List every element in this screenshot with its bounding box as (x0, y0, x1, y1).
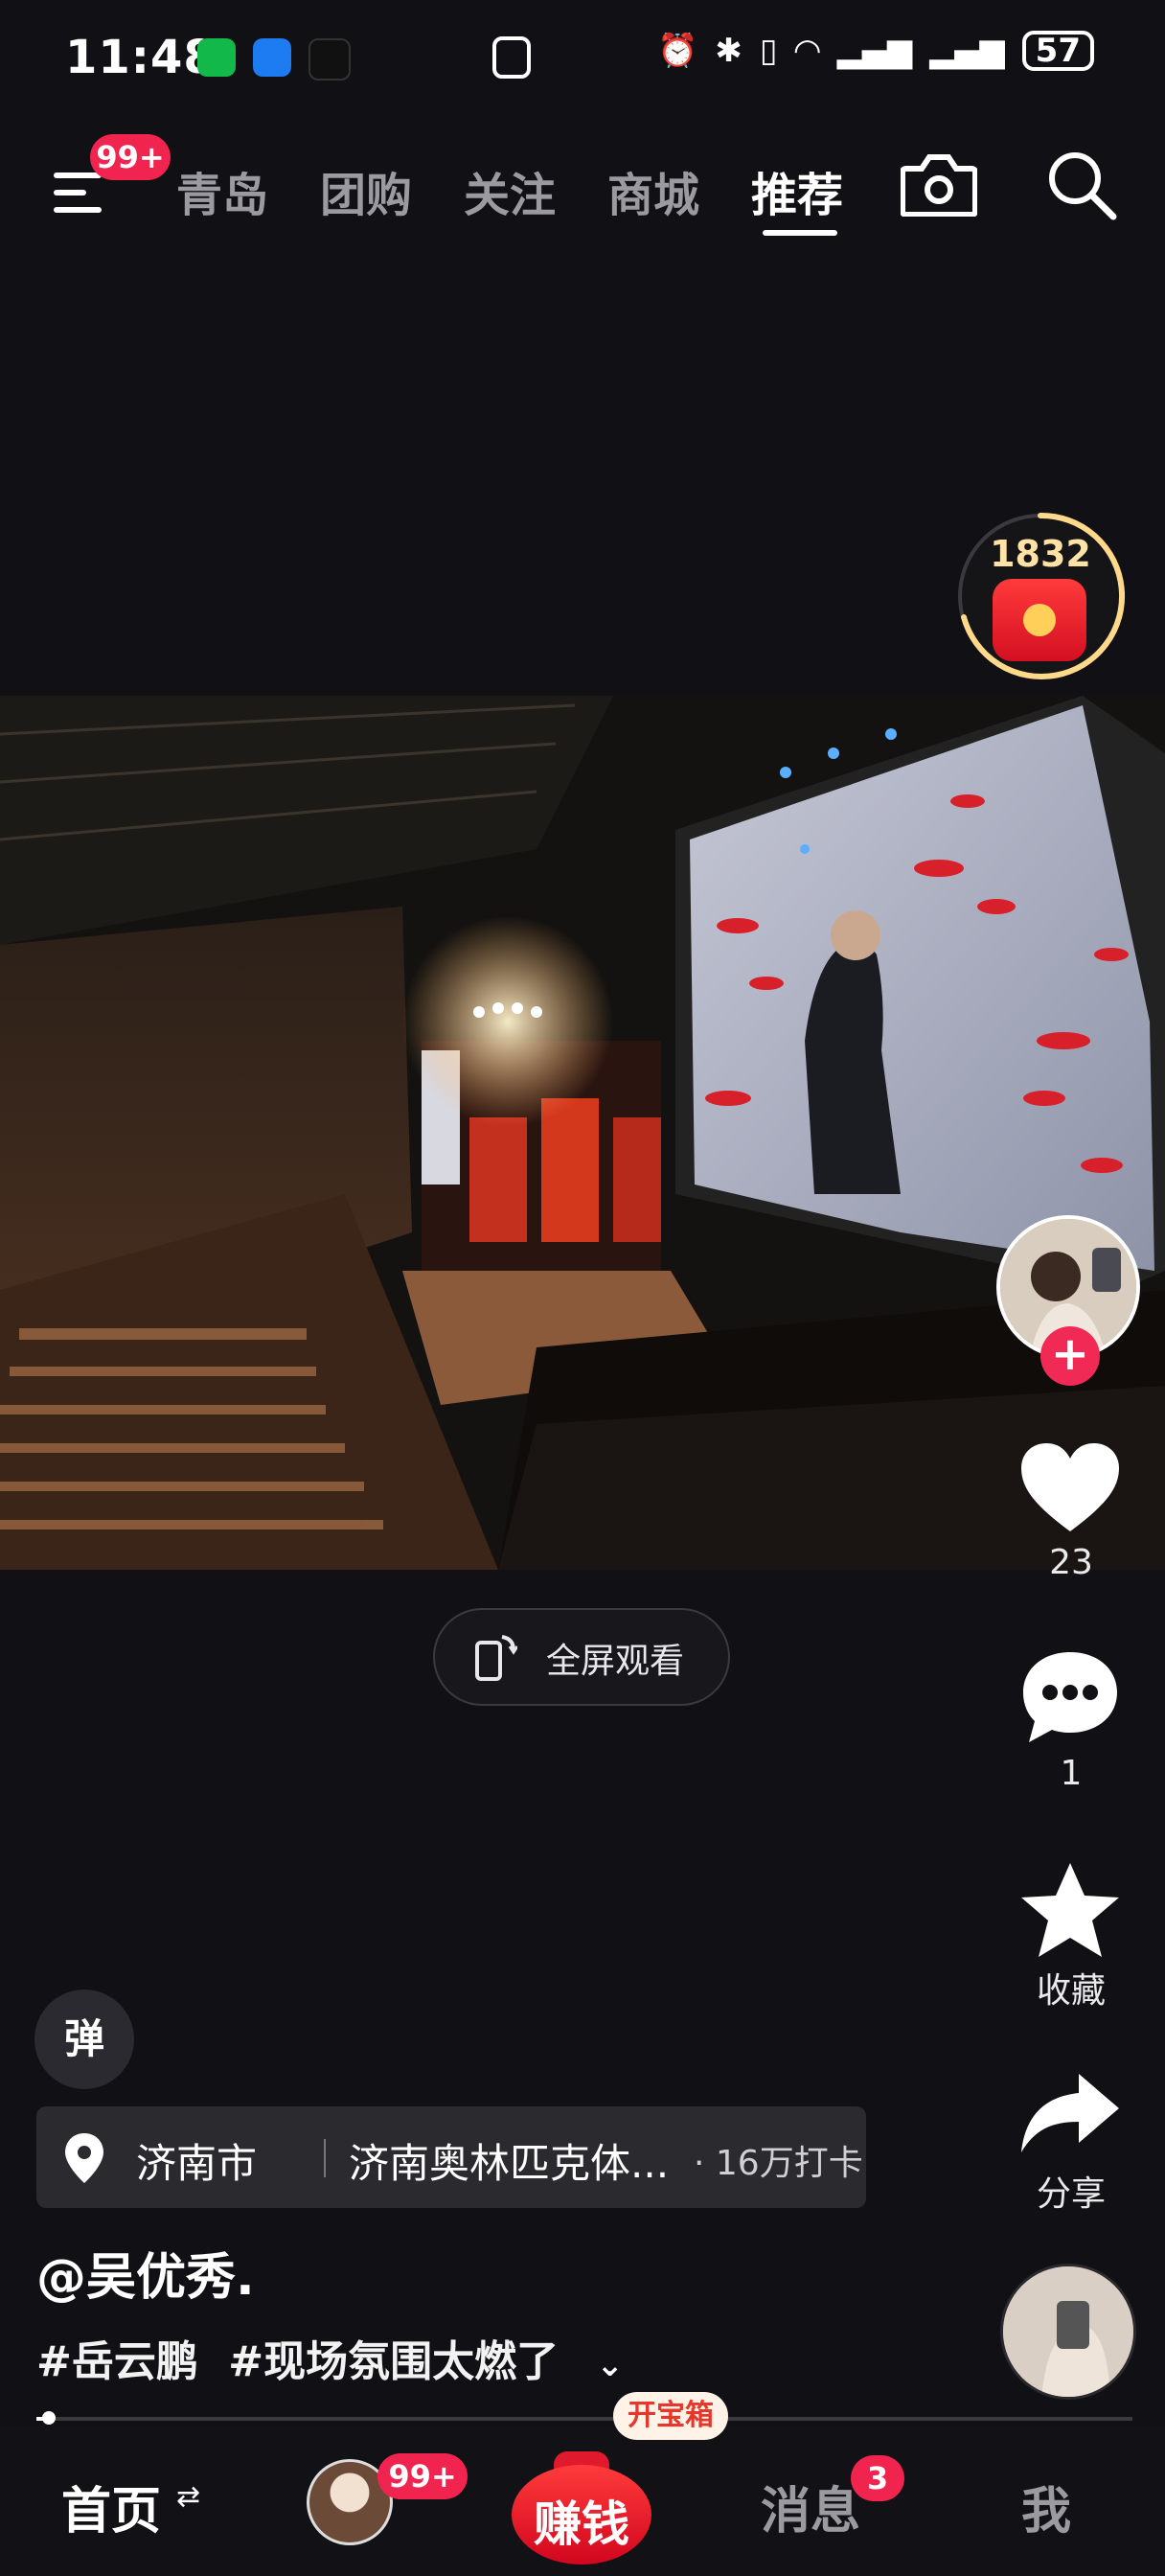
signal-icon: ▂▄▆ (836, 32, 913, 70)
signal-icon-2: ▂▄▆ (929, 32, 1005, 70)
chevron-down-icon[interactable]: ⌄ (596, 2346, 624, 2384)
tab-following[interactable]: 关注 (464, 157, 556, 224)
tab-recommended[interactable]: 推荐 (751, 157, 843, 224)
music-disc-icon[interactable] (1000, 2264, 1136, 2400)
tab-me[interactable]: 我 (1021, 2471, 1071, 2542)
camera-icon[interactable] (901, 153, 977, 217)
app-screen: 11:48 ⏰ ✱ ▯ ◠ ▂▄▆ ▂▄▆ 57 99+ 青岛 团购 关注 商城… (0, 0, 1165, 2576)
location-bar[interactable]: 济南市 济南奥林匹克体... · 16万打卡 (36, 2106, 866, 2208)
favorite-label: 收藏 (1036, 1971, 1106, 2011)
video-progress-track[interactable] (36, 2417, 1132, 2421)
menu-notification-badge: 99+ (90, 134, 171, 180)
author-handle[interactable]: @吴优秀. (36, 2237, 255, 2309)
switch-icon[interactable]: ⇄ (176, 2480, 200, 2514)
messages-badge: 3 (851, 2455, 904, 2501)
danmu-toggle-button[interactable]: 弹 (34, 1990, 134, 2089)
status-bar: 11:48 ⏰ ✱ ▯ ◠ ▂▄▆ ▂▄▆ 57 (0, 0, 1165, 115)
status-time: 11:48 (65, 31, 217, 84)
nfc-icon (492, 36, 531, 79)
reward-count: 1832 (990, 533, 1091, 575)
alarm-icon: ⏰ (657, 32, 698, 70)
browser-notification-icon (253, 38, 291, 77)
search-icon[interactable] (1044, 148, 1119, 222)
rotate-screen-icon (475, 1635, 517, 1681)
status-indicators: ⏰ ✱ ▯ ◠ ▂▄▆ ▂▄▆ 57 (657, 31, 1094, 71)
friends-badge: 99+ (377, 2453, 468, 2499)
bottom-tab-bar: 首页 ⇄ 99+ 赚钱 开宝箱 消息 3 我 (0, 2392, 1165, 2576)
capcut-notification-icon (308, 38, 351, 80)
location-checkins: · 16万打卡 (694, 2144, 863, 2183)
reward-widget[interactable]: 1832 (954, 510, 1127, 682)
comment-count: 1 (1060, 1754, 1083, 1793)
tab-messages[interactable]: 消息 (761, 2471, 860, 2542)
like-count: 23 (1049, 1543, 1093, 1582)
video-progress-handle[interactable] (42, 2411, 56, 2425)
music-cover-image (1003, 2266, 1133, 2397)
bluetooth-icon: ✱ (715, 32, 742, 70)
tab-qingdao[interactable]: 青岛 (176, 157, 268, 224)
star-icon[interactable] (1017, 1859, 1123, 1961)
battery-indicator: 57 (1021, 31, 1094, 71)
tab-home[interactable]: 首页 (61, 2471, 161, 2542)
red-envelope-icon (993, 579, 1086, 661)
location-city: 济南市 (136, 2140, 258, 2187)
share-icon[interactable] (1017, 2070, 1123, 2158)
comment-icon[interactable] (1019, 1648, 1121, 1746)
open-treasure-tag[interactable]: 开宝箱 (613, 2392, 728, 2440)
earn-money-button[interactable]: 赚钱 (512, 2451, 651, 2564)
top-nav: 99+ 青岛 团购 关注 商城 推荐 (0, 134, 1165, 249)
concert-video-frame (0, 696, 1165, 1570)
hashtag-item[interactable]: #现场氛围太燃了 (228, 2337, 559, 2386)
tab-mall[interactable]: 商城 (607, 157, 699, 224)
wechat-notification-icon (197, 38, 236, 77)
menu-icon[interactable] (54, 171, 107, 213)
active-tab-indicator (763, 230, 837, 236)
hashtag-list: #岳云鹏 #现场氛围太燃了 ⌄ (36, 2327, 639, 2388)
fullscreen-button[interactable]: 全屏观看 (433, 1608, 730, 1706)
share-label: 分享 (1036, 2174, 1106, 2214)
like-icon[interactable] (1017, 1439, 1123, 1535)
fullscreen-label: 全屏观看 (546, 1642, 685, 1681)
video-player[interactable] (0, 696, 1165, 1570)
vibrate-icon: ▯ (759, 32, 778, 70)
location-pin-icon (65, 2133, 103, 2183)
wifi-icon: ◠ (794, 32, 820, 70)
follow-button[interactable]: + (1040, 1326, 1100, 1386)
location-venue: 济南奥林匹克体... (349, 2140, 670, 2187)
location-divider (324, 2139, 326, 2177)
tab-group-buy[interactable]: 团购 (320, 157, 412, 224)
hashtag-item[interactable]: #岳云鹏 (36, 2337, 198, 2386)
earn-label: 赚钱 (534, 2496, 629, 2552)
